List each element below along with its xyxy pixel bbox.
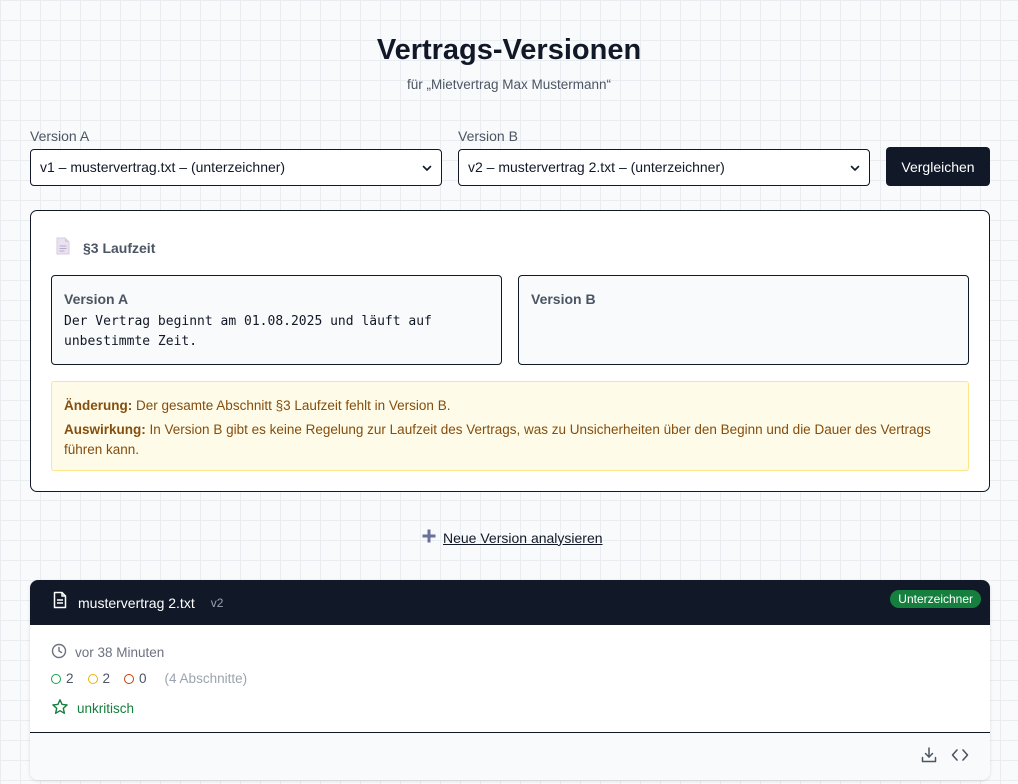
file-icon: [52, 591, 68, 614]
version-card-footer: [30, 732, 990, 780]
criticality-row: unkritisch: [51, 698, 134, 719]
impact-label: Auswirkung:: [64, 422, 146, 437]
download-icon[interactable]: [920, 746, 938, 769]
code-icon[interactable]: [950, 746, 970, 769]
change-text: Der gesamte Abschnitt §3 Laufzeit fehlt …: [136, 398, 451, 413]
version-tag: v2: [210, 595, 224, 610]
version-card-header: mustervertrag 2.txt v2 Unterzeichner: [30, 580, 990, 625]
chevron-down-icon: [421, 150, 433, 185]
version-card: mustervertrag 2.txt v2 Unterzeichner vor…: [30, 580, 990, 780]
star-icon: [51, 698, 69, 719]
criticality-label: unkritisch: [77, 701, 135, 716]
stat-yellow-count: 2: [102, 671, 111, 686]
page-title: Vertrags-Versionen: [376, 34, 642, 66]
version-a-select[interactable]: v1 – mustervertrag.txt – (unterzeichner): [30, 149, 442, 186]
change-label: Änderung:: [64, 398, 133, 413]
version-a-box: Version A Der Vertrag beginnt am 01.08.2…: [51, 275, 502, 365]
chevron-down-icon: [849, 150, 861, 185]
version-a-box-title: Version A: [64, 291, 129, 307]
version-time-row: vor 38 Minuten: [51, 643, 164, 662]
version-b-select[interactable]: v2 – mustervertrag 2.txt – (unterzeichne…: [458, 149, 870, 186]
signer-badge: Unterzeichner: [890, 590, 981, 608]
impact-text: In Version B gibt es keine Regelung zur …: [64, 422, 931, 457]
green-circle-icon: [51, 673, 61, 684]
orange-circle-icon: [124, 673, 135, 684]
stat-green: 2: [51, 671, 74, 686]
version-time: vor 38 Minuten: [75, 645, 165, 660]
section-title: §3 Laufzeit: [83, 239, 156, 256]
diff-section-card: §3 Laufzeit Version A Der Vertrag beginn…: [30, 210, 990, 492]
new-version-label: Neue Version analysieren: [443, 529, 603, 546]
version-a-select-value: v1 – mustervertrag.txt – (unterzeichner): [40, 159, 286, 175]
version-b-select-value: v2 – mustervertrag 2.txt – (unterzeichne…: [468, 159, 725, 175]
version-stats-row: 2 2 0 (4 Abschnitte): [51, 671, 247, 686]
version-b-label: Version B: [458, 128, 518, 144]
plus-icon: [421, 528, 437, 547]
new-version-link[interactable]: Neue Version analysieren: [421, 528, 603, 547]
stat-yellow: 2: [87, 671, 111, 686]
stat-green-count: 2: [66, 671, 74, 686]
page-subtitle: für „Mietvertrag Max Mustermann“: [406, 77, 612, 92]
document-icon: [55, 237, 71, 258]
version-a-box-text: Der Vertrag beginnt am 01.08.2025 und lä…: [64, 314, 432, 349]
version-b-box-title: Version B: [531, 291, 596, 307]
version-b-box: Version B: [518, 275, 969, 365]
section-header: §3 Laufzeit: [55, 237, 155, 258]
stat-orange-count: 0: [139, 671, 147, 686]
version-a-label: Version A: [30, 128, 90, 144]
version-filename: mustervertrag 2.txt: [78, 594, 195, 611]
change-notice: Änderung: Der gesamte Abschnitt §3 Laufz…: [51, 381, 969, 471]
stat-orange: 0: [124, 671, 147, 686]
yellow-circle-icon: [87, 673, 98, 684]
sections-count: (4 Abschnitte): [164, 671, 248, 686]
compare-button[interactable]: Vergleichen: [886, 147, 990, 186]
clock-icon: [51, 643, 67, 662]
